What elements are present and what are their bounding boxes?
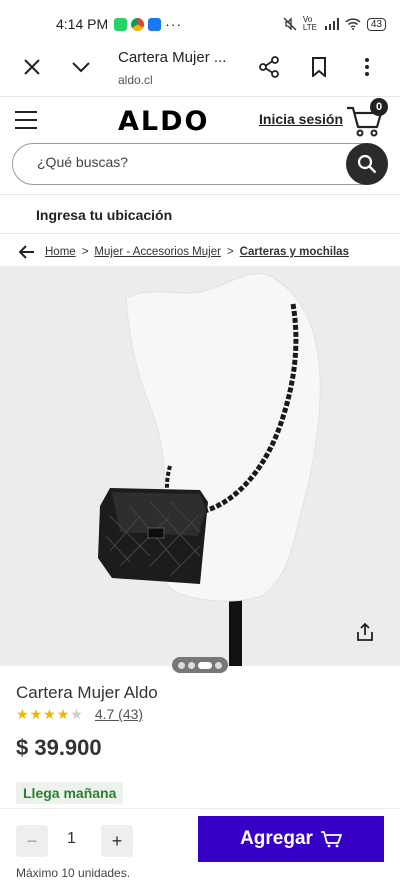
share-page-button[interactable] xyxy=(255,53,283,81)
quantity-decrease-button[interactable]: − xyxy=(16,825,48,857)
system-icons: Vo LTE 43 xyxy=(283,16,386,32)
location-selector[interactable]: Ingresa tu ubicación xyxy=(0,194,400,234)
arrow-left-icon xyxy=(19,245,34,259)
chevron-down-icon xyxy=(72,62,90,73)
search-button[interactable] xyxy=(346,143,388,185)
back-button[interactable] xyxy=(19,245,35,259)
hamburger-menu-button[interactable] xyxy=(14,110,38,135)
star-icon: ★ xyxy=(29,706,43,722)
volte-label: Vo LTE xyxy=(302,15,317,32)
product-price: $ 39.900 xyxy=(16,735,102,760)
site-header: ALDO Inicia sesión 0 xyxy=(0,96,400,144)
quantity-value: 1 xyxy=(67,830,76,847)
breadcrumb: Home > Mujer - Accesorios Mujer > Carter… xyxy=(0,240,400,264)
page-title: Cartera Mujer ... xyxy=(118,49,227,66)
bookmark-button[interactable] xyxy=(305,53,333,81)
location-label: Ingresa tu ubicación xyxy=(36,207,173,223)
cart-icon xyxy=(320,831,342,848)
more-notifications-icon: ··· xyxy=(165,16,183,32)
product-name: Cartera Mujer Aldo xyxy=(16,683,158,702)
add-to-cart-button[interactable]: Agregar xyxy=(198,816,384,862)
notification-icons: ··· xyxy=(114,16,182,32)
add-to-cart-label: Agregar xyxy=(240,828,313,849)
rating-summary-link[interactable]: 4.7 (43) xyxy=(95,706,143,722)
close-tab-button[interactable] xyxy=(18,53,46,81)
share-product-button[interactable] xyxy=(351,618,379,646)
breadcrumb-home[interactable]: Home xyxy=(45,246,76,258)
delivery-badge: Llega mañana xyxy=(16,782,124,804)
mute-icon xyxy=(283,17,297,31)
browser-menu-button[interactable] xyxy=(353,53,381,81)
search-icon xyxy=(357,154,377,174)
cart-count-badge: 0 xyxy=(370,98,388,116)
chrome-icon xyxy=(131,17,145,31)
search-box xyxy=(12,143,388,185)
breadcrumb-separator: > xyxy=(81,246,89,258)
page-url: aldo.cl xyxy=(118,73,153,87)
carousel-dot-active[interactable] xyxy=(198,661,212,669)
menu-icon xyxy=(15,111,37,129)
search-input[interactable] xyxy=(37,154,337,170)
carousel-indicator xyxy=(172,657,228,673)
minimize-button[interactable] xyxy=(67,53,95,81)
upload-share-icon xyxy=(357,622,373,641)
carousel-dot[interactable] xyxy=(178,661,185,669)
share-icon xyxy=(259,56,279,78)
breadcrumb-category[interactable]: Mujer - Accesorios Mujer xyxy=(94,246,221,258)
star-icon: ★ xyxy=(56,706,70,722)
status-time: 4:14 PM xyxy=(56,16,109,32)
signal-icon xyxy=(324,18,339,30)
wifi-icon xyxy=(345,18,361,30)
whatsapp-icon xyxy=(114,17,128,31)
carousel-dot[interactable] xyxy=(215,661,222,669)
facebook-icon xyxy=(148,17,162,31)
max-quantity-note: Máximo 10 unidades. xyxy=(16,866,131,880)
bookmark-icon xyxy=(312,57,326,77)
star-empty-icon: ★ xyxy=(70,706,83,722)
product-rating: ★ ★ ★ ★ ★ 4.7 (43) xyxy=(16,706,143,722)
battery-indicator: 43 xyxy=(366,17,386,31)
login-link[interactable]: Inicia sesión xyxy=(259,111,343,127)
more-vertical-icon xyxy=(365,58,369,76)
aldo-logo[interactable]: ALDO xyxy=(118,106,209,137)
star-icon: ★ xyxy=(43,706,56,722)
quantity-increase-button[interactable]: + xyxy=(101,825,133,857)
breadcrumb-subcategory[interactable]: Carteras y mochilas xyxy=(240,246,349,258)
breadcrumb-separator: > xyxy=(226,246,234,258)
close-icon xyxy=(24,59,40,75)
browser-toolbar: Cartera Mujer ... aldo.cl xyxy=(0,40,400,96)
carousel-dot[interactable] xyxy=(188,661,195,669)
product-image xyxy=(0,266,400,666)
star-icon: ★ xyxy=(16,706,29,722)
product-image-carousel[interactable] xyxy=(0,266,400,666)
